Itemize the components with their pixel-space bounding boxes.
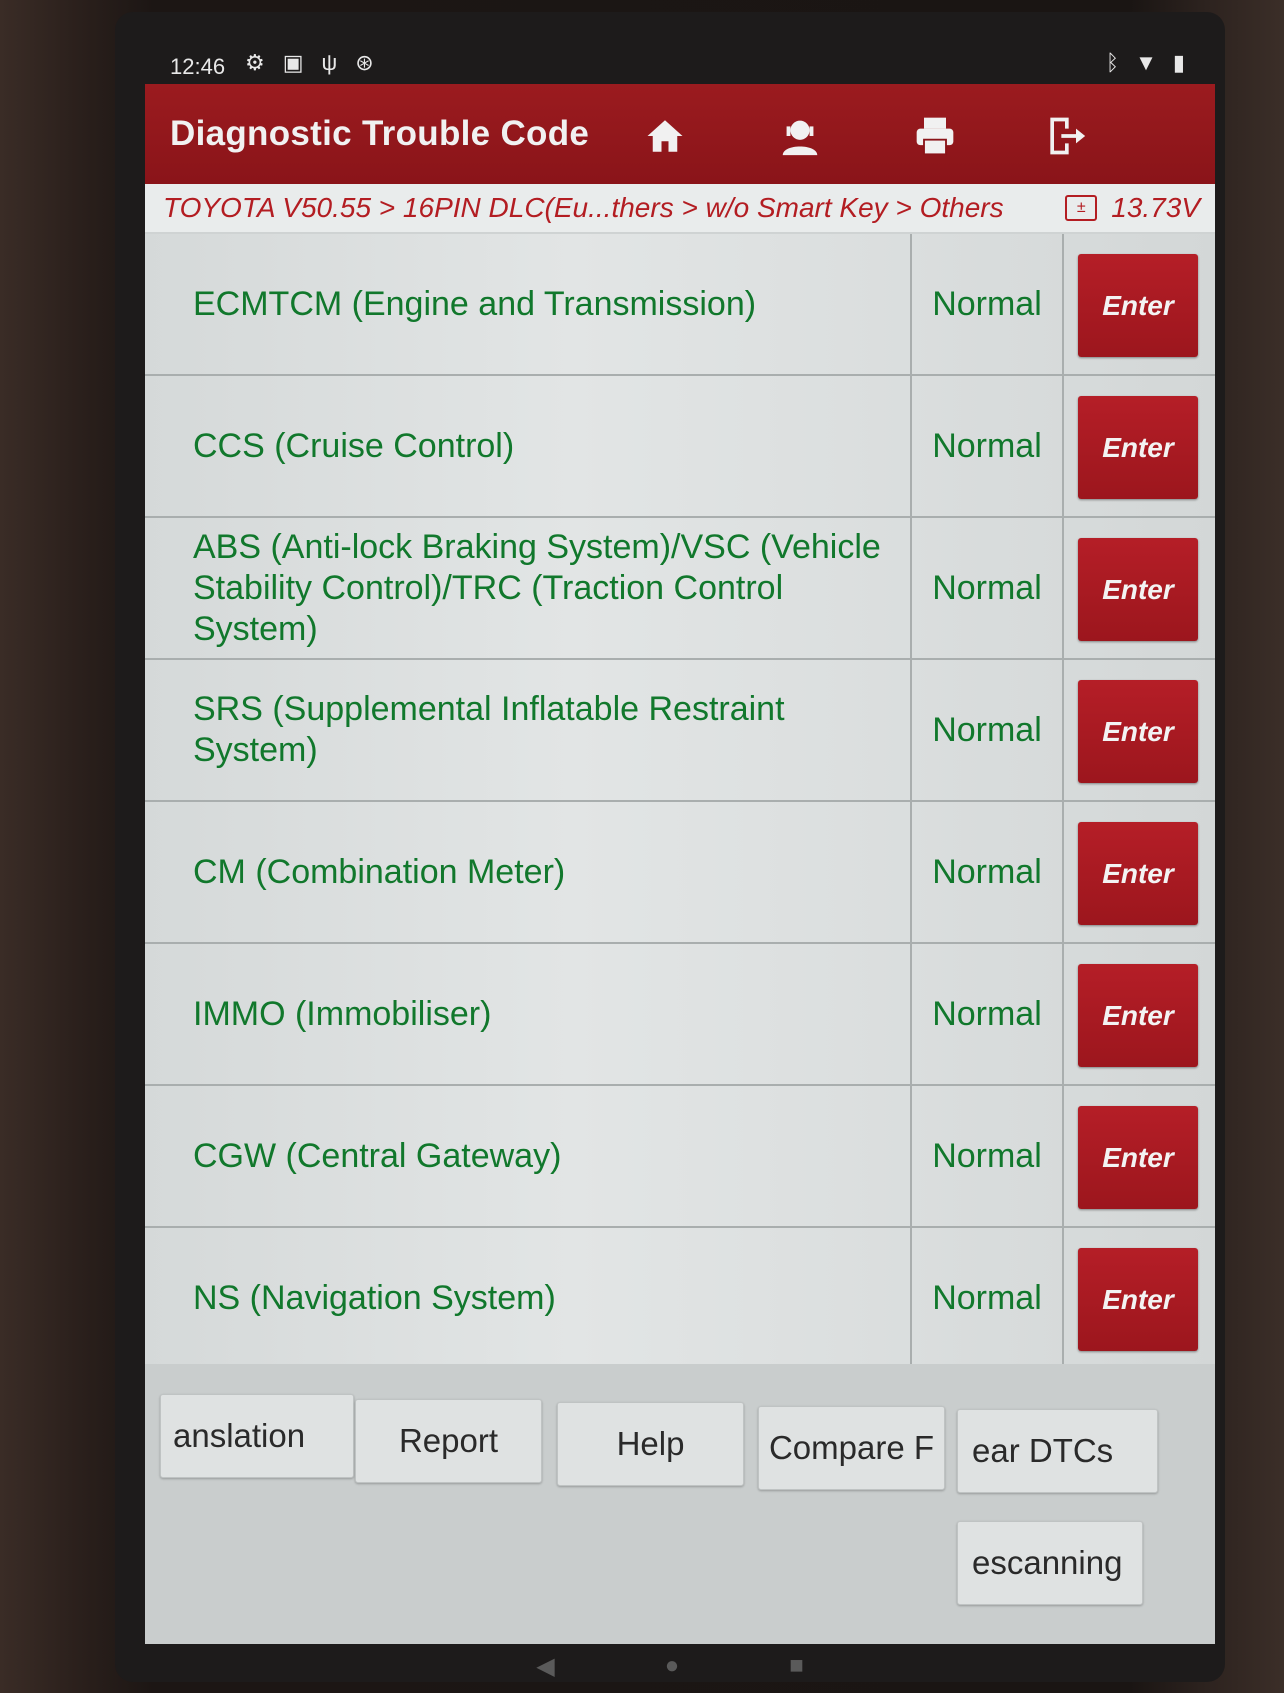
home-icon: [647, 120, 683, 152]
voltage-indicator: ± 13.73V: [1065, 192, 1200, 224]
enter-button[interactable]: Enter: [1078, 254, 1198, 357]
system-name: ECMTCM (Engine and Transmission): [193, 284, 757, 323]
system-status: Normal: [910, 944, 1064, 1084]
android-nav-bar: ◀ ● ■: [115, 1652, 1225, 1682]
report-button[interactable]: Report: [355, 1399, 542, 1483]
rescanning-button[interactable]: escanning: [957, 1521, 1143, 1605]
enter-button[interactable]: Enter: [1078, 680, 1198, 783]
image-icon: ▣: [282, 50, 304, 75]
wifi-icon: ▼: [1135, 50, 1157, 75]
status-left-icons: ⚙ ▣ ψ ⊛: [245, 50, 374, 76]
enter-button[interactable]: Enter: [1078, 822, 1198, 925]
system-status: Normal: [910, 660, 1064, 800]
system-status: Normal: [910, 1228, 1064, 1368]
system-name: NS (Navigation System): [193, 1278, 556, 1317]
home-icon[interactable]: ●: [665, 1652, 680, 1682]
help-button[interactable]: Help: [557, 1402, 744, 1486]
support-button[interactable]: [765, 106, 835, 166]
support-icon: [782, 120, 818, 156]
app-window: Diagnostic Trouble Code TOYOTA V50.55 > …: [145, 84, 1215, 1644]
breadcrumb: TOYOTA V50.55 > 16PIN DLC(Eu...thers > w…: [163, 192, 1004, 223]
system-name: CGW (Central Gateway): [193, 1136, 562, 1175]
table-row: ECMTCM (Engine and Transmission) Normal …: [145, 234, 1215, 376]
exit-icon: [1050, 117, 1086, 155]
system-name: SRS (Supplemental Inflatable Restraint S…: [193, 690, 785, 769]
print-icon: [916, 117, 954, 156]
title-bar: Diagnostic Trouble Code: [145, 84, 1215, 184]
enter-button[interactable]: Enter: [1078, 538, 1198, 641]
page-title: Diagnostic Trouble Code: [170, 114, 590, 153]
gear-icon: ⚙: [245, 50, 265, 75]
enter-button[interactable]: Enter: [1078, 964, 1198, 1067]
bluetooth-icon: ᛒ: [1105, 50, 1120, 75]
system-status: Normal: [910, 376, 1064, 516]
status-bar: 12:46 ⚙ ▣ ψ ⊛ ᛒ ▼ ▮: [115, 12, 1225, 82]
system-name: CM (Combination Meter): [193, 852, 566, 891]
usb-icon: ψ: [321, 50, 338, 75]
system-name: IMMO (Immobiliser): [193, 994, 492, 1033]
voltage-value: 13.73V: [1111, 192, 1200, 223]
exit-button[interactable]: [1030, 106, 1100, 166]
enter-button[interactable]: Enter: [1078, 396, 1198, 499]
status-right-icons: ᛒ ▼ ▮: [1106, 50, 1185, 76]
system-status: Normal: [910, 518, 1064, 658]
car-battery-icon: ±: [1065, 195, 1098, 221]
table-row: CGW (Central Gateway) Normal Enter: [145, 1086, 1215, 1228]
home-button[interactable]: [630, 106, 700, 166]
accessibility-icon: ⊛: [355, 50, 374, 75]
table-row: SRS (Supplemental Inflatable Restraint S…: [145, 660, 1215, 802]
compare-button[interactable]: Compare F: [758, 1406, 945, 1490]
breadcrumb-bar: TOYOTA V50.55 > 16PIN DLC(Eu...thers > w…: [145, 184, 1215, 232]
table-row: NS (Navigation System) Normal Enter: [145, 1228, 1215, 1370]
tablet-screen: 12:46 ⚙ ▣ ψ ⊛ ᛒ ▼ ▮ Diagnostic Trouble C…: [115, 12, 1225, 1682]
table-row: CM (Combination Meter) Normal Enter: [145, 802, 1215, 944]
system-status: Normal: [910, 1086, 1064, 1226]
bottom-toolbar: anslation Report Help Compare F ear DTCs…: [145, 1364, 1215, 1644]
system-status: Normal: [910, 234, 1064, 374]
table-row: ABS (Anti-lock Braking System)/VSC (Vehi…: [145, 518, 1215, 660]
system-name: ABS (Anti-lock Braking System)/VSC (Vehi…: [193, 527, 881, 648]
back-icon[interactable]: ◀: [536, 1652, 554, 1682]
table-row: CCS (Cruise Control) Normal Enter: [145, 376, 1215, 518]
enter-button[interactable]: Enter: [1078, 1106, 1198, 1209]
table-row: IMMO (Immobiliser) Normal Enter: [145, 944, 1215, 1086]
system-status: Normal: [910, 802, 1064, 942]
clear-dtcs-button[interactable]: ear DTCs: [957, 1409, 1158, 1493]
print-button[interactable]: [900, 106, 970, 166]
battery-icon: ▮: [1172, 50, 1185, 75]
system-name: CCS (Cruise Control): [193, 426, 515, 465]
status-time: 12:46: [170, 54, 226, 79]
recents-icon[interactable]: ■: [789, 1652, 804, 1682]
tablet-device: 12:46 ⚙ ▣ ψ ⊛ ᛒ ▼ ▮ Diagnostic Trouble C…: [0, 0, 1284, 1693]
system-list: ECMTCM (Engine and Transmission) Normal …: [145, 234, 1215, 1370]
translation-button[interactable]: anslation: [160, 1394, 354, 1478]
enter-button[interactable]: Enter: [1078, 1248, 1198, 1351]
